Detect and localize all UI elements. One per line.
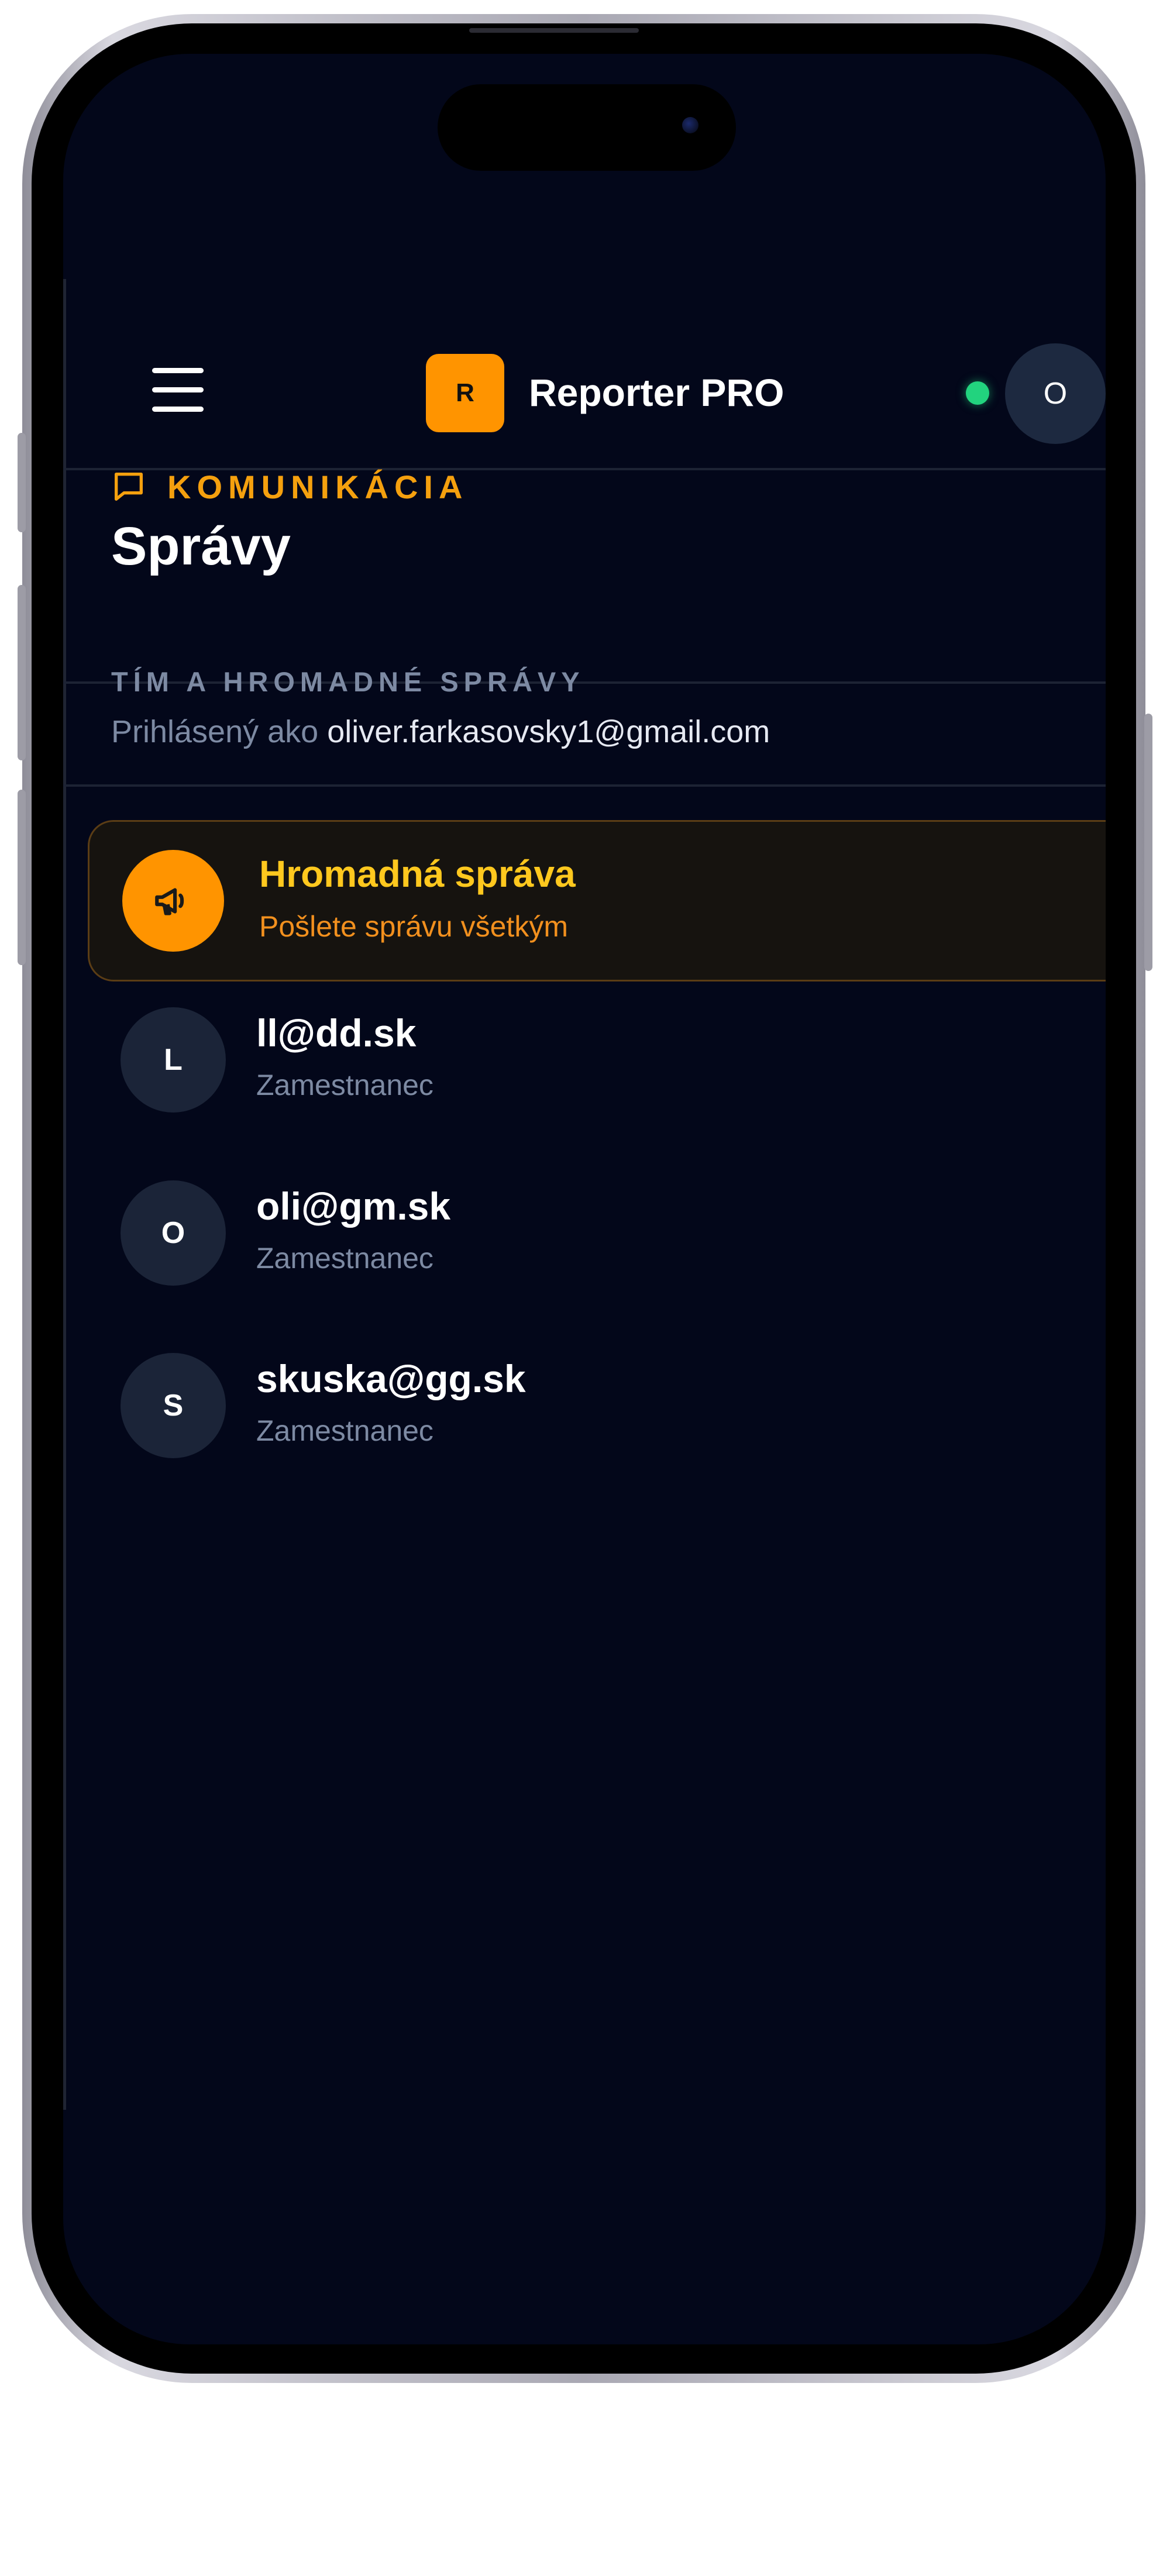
contact-item[interactable]: O oli@gm.sk Zamestnanec [121, 1180, 1057, 1292]
contact-role: Zamestnanec [256, 1069, 433, 1101]
contact-email: oli@gm.sk [256, 1184, 451, 1228]
user-avatar-button[interactable]: O [1005, 343, 1106, 444]
team-section-label: TÍM A HROMADNÉ SPRÁVY [111, 666, 585, 697]
power-button [1144, 714, 1152, 971]
contact-role: Zamestnanec [256, 1242, 433, 1275]
volume-down-button [18, 790, 26, 965]
bulk-message-subtitle: Pošlete správu všetkým [259, 910, 568, 943]
camera-icon [682, 117, 698, 133]
team-divider [63, 784, 1106, 787]
contact-email: ll@dd.sk [256, 1011, 417, 1055]
contact-item[interactable]: S skuska@gg.sk Zamestnanec [121, 1353, 1057, 1464]
contact-email: skuska@gg.sk [256, 1357, 526, 1400]
contact-avatar: L [121, 1007, 226, 1113]
section-kicker-label: KOMUNIKÁCIA [167, 468, 469, 505]
chat-bubble-icon [115, 473, 143, 501]
screen: R Reporter PRO O KOMUNIKÁCIA Správy TÍM … [63, 54, 1106, 2344]
action-button [18, 433, 26, 532]
bulk-message-title: Hromadná správa [259, 853, 576, 895]
sidebar-edge [63, 279, 66, 2110]
section-kicker: KOMUNIKÁCIA [110, 463, 468, 510]
app-logo: R [426, 354, 504, 432]
speaker-grille [469, 28, 639, 33]
contact-avatar: S [121, 1353, 226, 1458]
contact-role: Zamestnanec [256, 1414, 433, 1447]
logged-in-email: oliver.farkasovsky1@gmail.com [327, 714, 770, 749]
top-app-bar: R Reporter PRO O [63, 285, 1106, 465]
megaphone-icon [122, 850, 224, 952]
page-title: Správy [111, 516, 291, 576]
app-name: Reporter PRO [529, 371, 784, 414]
contact-item[interactable]: L ll@dd.sk Zamestnanec [121, 1007, 1057, 1118]
bulk-message-item[interactable]: Hromadná správa Pošlete správu všetkým [88, 820, 1106, 982]
hamburger-icon[interactable] [152, 368, 204, 412]
dynamic-island [438, 84, 736, 171]
contact-avatar: O [121, 1180, 226, 1286]
logged-in-prefix: Prihlásený ako [111, 714, 319, 749]
volume-up-button [18, 585, 26, 760]
logged-in-info: Prihlásený ako oliver.farkasovsky1@gmail… [111, 714, 770, 750]
online-status-dot [966, 381, 989, 405]
